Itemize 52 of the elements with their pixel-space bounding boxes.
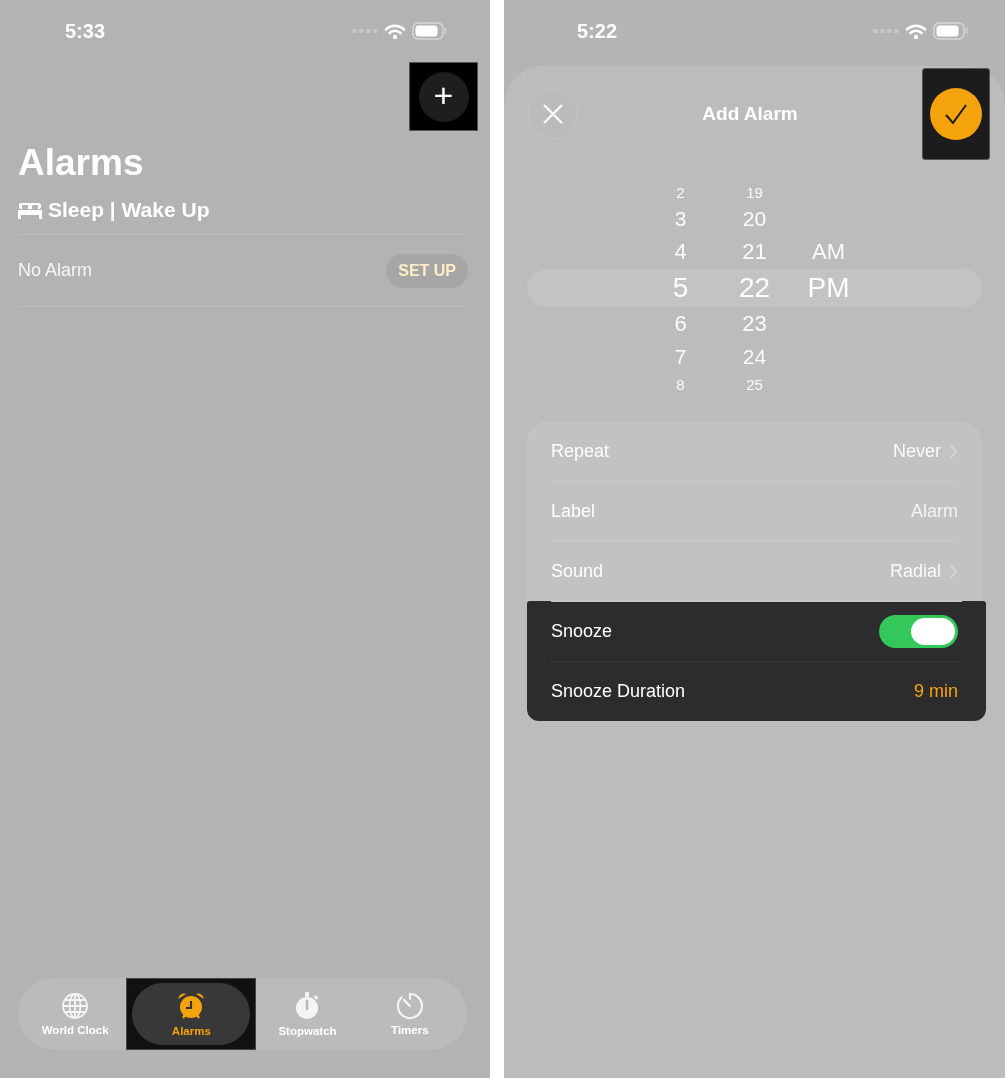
- picker-value[interactable]: 7: [643, 341, 718, 373]
- battery-icon: [412, 22, 448, 40]
- setting-value: Radial: [889, 560, 941, 582]
- picker-value[interactable]: 8: [643, 373, 718, 395]
- section-title: Sleep | Wake Up: [48, 198, 210, 222]
- picker-value[interactable]: 23: [717, 307, 792, 341]
- close-icon: [542, 102, 564, 125]
- settings-row[interactable]: Sound Radial: [527, 541, 982, 601]
- setting-value: Never: [893, 440, 941, 462]
- status-time: 5:22: [577, 19, 619, 43]
- picker-value[interactable]: 6: [643, 307, 718, 341]
- picker-value[interactable]: 24: [717, 341, 792, 373]
- picker-value[interactable]: 2: [643, 181, 718, 203]
- picker-value[interactable]: 20: [717, 203, 792, 235]
- picker-value[interactable]: PM: [791, 269, 866, 307]
- snooze-toggle[interactable]: [879, 614, 958, 648]
- setting-label: Label: [551, 500, 597, 522]
- battery-icon: [933, 22, 969, 40]
- setting-value[interactable]: 9 min: [914, 680, 958, 702]
- setting-label: Sound: [551, 560, 605, 582]
- tab[interactable]: Timers: [358, 978, 461, 1050]
- settings-row[interactable]: Snooze: [527, 601, 986, 661]
- status-time: 5:33: [65, 19, 107, 43]
- picker-value[interactable]: 21: [717, 235, 792, 269]
- picker-value[interactable]: 25: [717, 373, 792, 395]
- wifi-icon: [384, 22, 406, 40]
- setting-label: Repeat: [551, 440, 611, 462]
- sheet-title: Add Alarm: [701, 102, 799, 125]
- add-button[interactable]: +: [418, 71, 469, 122]
- globe-icon: [61, 992, 90, 1020]
- setting-label: Snooze Duration: [551, 680, 687, 702]
- tab[interactable]: World Clock: [24, 978, 127, 1050]
- timer-icon: [395, 992, 424, 1020]
- alarm-clock-icon: [176, 991, 207, 1021]
- settings-row[interactable]: Snooze Duration 9 min: [527, 661, 986, 721]
- picker-value[interactable]: 22: [717, 269, 792, 307]
- picker-value[interactable]: AM: [791, 235, 866, 269]
- checkmark-icon: [944, 102, 968, 125]
- picker-value[interactable]: 5: [643, 269, 718, 307]
- picker-value[interactable]: 4: [643, 235, 718, 269]
- set-up-button[interactable]: SET UP: [386, 253, 468, 288]
- tab[interactable]: Alarms: [132, 983, 251, 1045]
- setting-label: Snooze: [551, 620, 614, 642]
- confirm-button[interactable]: [930, 87, 982, 140]
- settings-row[interactable]: Repeat Never: [527, 421, 982, 481]
- picker-value[interactable]: 3: [643, 203, 718, 235]
- tab[interactable]: Stopwatch: [256, 978, 359, 1050]
- wifi-icon: [905, 22, 927, 40]
- page-title: Alarms: [18, 142, 145, 184]
- bed-icon: [18, 201, 42, 219]
- picker-value[interactable]: 19: [717, 181, 792, 203]
- no-alarm-text: No Alarm: [18, 260, 93, 281]
